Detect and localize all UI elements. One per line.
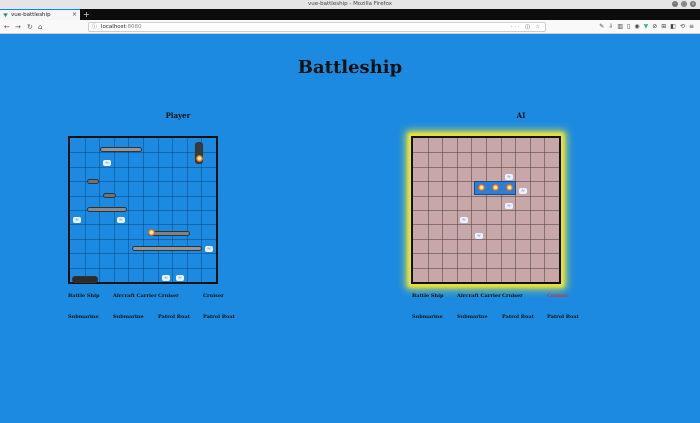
new-tab-icon[interactable]: + [83, 10, 90, 19]
browser-tab[interactable]: vue-battleship × [0, 9, 80, 20]
splash-icon: ≈ [117, 217, 125, 223]
grid-line [143, 138, 144, 282]
ship [100, 147, 142, 152]
extension-icon[interactable]: ⊞ [661, 22, 666, 32]
grid-line [413, 167, 559, 168]
download-icon[interactable]: ⇩ [608, 22, 613, 32]
ai-ship-name-sunk: Cruiser [547, 293, 568, 299]
grid-line [428, 138, 429, 282]
fire-icon [506, 184, 513, 191]
grid-line [85, 138, 86, 282]
ai-ship-name: Submarine [457, 314, 488, 320]
maximize-icon[interactable]: □ [681, 1, 687, 7]
grid-line [486, 138, 487, 282]
back-icon[interactable]: ← [4, 21, 10, 33]
player-ship-name: Cruiser [203, 293, 224, 299]
extension-icon[interactable]: ⊘ [652, 22, 657, 32]
tab-label: vue-battleship [11, 12, 51, 18]
player-ship-name: Submarine [113, 314, 144, 320]
url-bar[interactable]: ⓘ localhost:8080 ··· ◫ ☆ [88, 22, 546, 32]
pocket-icon[interactable]: ◫ [525, 24, 532, 30]
window-title: vue-battleship - Mozilla Firefox [308, 1, 392, 7]
extension-icon[interactable]: ◧ [670, 22, 676, 32]
splash-icon: ≈ [176, 275, 184, 281]
vue-tab-icon [3, 13, 8, 17]
splash-icon: ≈ [162, 275, 170, 281]
ai-ship-name: Aircraft Carrier [457, 293, 501, 299]
ai-ship-name: Battle Ship [412, 293, 444, 299]
splash-icon: ≈ [460, 217, 468, 223]
ai-label: AI [516, 111, 526, 120]
ship [103, 193, 116, 198]
fire-icon [196, 155, 203, 162]
ai-ship-name: Patrol Boat [502, 314, 534, 320]
reload-icon[interactable]: ↻ [27, 21, 33, 33]
extension-icon[interactable]: ✎ [599, 22, 604, 32]
player-ship-name: Patrol Boat [203, 314, 235, 320]
player-ship-name: Aircraft Carrier [113, 293, 157, 299]
info-icon[interactable]: ⓘ [92, 23, 97, 31]
ship [87, 179, 99, 184]
grid-line [70, 167, 216, 168]
bookmark-star-icon[interactable]: ☆ [536, 24, 542, 30]
fire-icon [478, 184, 485, 191]
ship [132, 246, 202, 251]
splash-icon: ≈ [73, 217, 81, 223]
close-icon[interactable]: × [690, 1, 696, 7]
player-ship-name: Submarine [68, 314, 99, 320]
grid-line [413, 152, 559, 153]
player-ship-name: Patrol Boat [158, 314, 190, 320]
forward-icon[interactable]: → [15, 21, 21, 33]
tab-close-icon[interactable]: × [72, 11, 77, 18]
ai-ship-name: Cruiser [502, 293, 523, 299]
sidebar-icon[interactable]: ▯ [627, 22, 630, 32]
navigation-toolbar: ← → ↻ ⌂ ⓘ localhost:8080 ··· ◫ ☆ ✎ ⇩ ▥ ▯… [0, 20, 700, 34]
window-titlebar: vue-battleship - Mozilla Firefox – □ × [0, 0, 700, 9]
player-label: Player [165, 111, 191, 120]
player-ship-name: Cruiser [158, 293, 179, 299]
grid-line [128, 138, 129, 282]
grid-line [457, 138, 458, 282]
splash-icon: ≈ [519, 188, 527, 194]
menu-icon[interactable]: ≡ [689, 22, 694, 32]
grid-line [471, 138, 472, 282]
ai-ship-name: Patrol Boat [547, 314, 579, 320]
page-title: Battleship [297, 57, 403, 78]
splash-icon: ≈ [505, 203, 513, 209]
home-icon[interactable]: ⌂ [38, 21, 42, 33]
fire-icon [492, 184, 499, 191]
splash-icon: ≈ [205, 246, 213, 252]
grid-line [413, 196, 559, 197]
vue-devtools-icon[interactable]: ▼ [644, 22, 649, 32]
player-ship-name: Battle Ship [68, 293, 100, 299]
splash-icon: ≈ [475, 233, 483, 239]
grid-line [70, 196, 216, 197]
more-icon[interactable]: ··· [511, 24, 522, 30]
fire-icon [148, 229, 155, 236]
url-text: localhost:8080 [101, 24, 142, 30]
library-icon[interactable]: ▥ [617, 22, 623, 32]
ship [72, 276, 98, 283]
splash-icon: ≈ [103, 160, 111, 166]
minimize-icon[interactable]: – [672, 1, 678, 7]
extension-icon[interactable]: ◉ [634, 22, 639, 32]
extension-icon[interactable]: ⟲ [680, 22, 685, 32]
grid-line [442, 138, 443, 282]
ai-ship-name: Submarine [412, 314, 443, 320]
ship [87, 207, 127, 212]
ai-board[interactable]: ≈ ≈ ≈ ≈ ≈ [411, 136, 561, 284]
tab-strip: vue-battleship × + [0, 9, 700, 20]
splash-icon: ≈ [505, 174, 513, 180]
player-board: ≈ ≈ ≈ ≈ ≈ ≈ [68, 136, 218, 284]
